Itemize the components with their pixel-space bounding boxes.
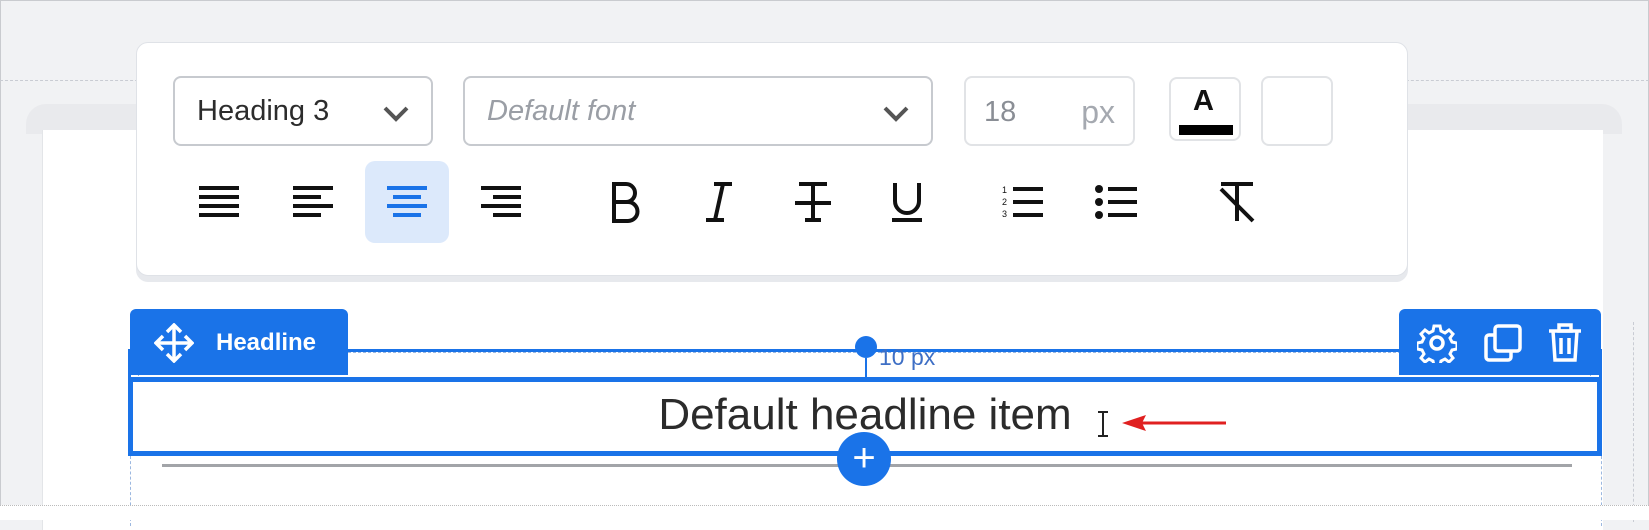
bold-button[interactable] bbox=[583, 161, 667, 243]
italic-icon bbox=[706, 182, 732, 222]
annotation-arrow-icon bbox=[1122, 415, 1226, 431]
clear-format-icon bbox=[1219, 182, 1255, 223]
font-family-value: Default font bbox=[487, 94, 636, 127]
chevron-down-icon bbox=[883, 106, 909, 122]
italic-button[interactable] bbox=[677, 161, 761, 243]
align-center-button[interactable] bbox=[365, 161, 449, 243]
font-size-unit: px bbox=[1081, 94, 1115, 130]
heading-style-value: Heading 3 bbox=[197, 94, 330, 127]
svg-text:3: 3 bbox=[1002, 209, 1007, 219]
font-size-input[interactable]: 18 px bbox=[964, 76, 1135, 146]
align-justify-icon bbox=[199, 186, 239, 217]
align-left-icon bbox=[293, 186, 333, 217]
unordered-list-icon bbox=[1095, 185, 1137, 219]
font-family-select[interactable]: Default font bbox=[463, 76, 933, 146]
padding-resize-handle[interactable] bbox=[855, 336, 877, 358]
trash-icon[interactable] bbox=[1545, 323, 1585, 363]
padding-handle-stem bbox=[865, 358, 867, 378]
headline-block-tab[interactable]: Headline bbox=[130, 309, 348, 375]
ordered-list-icon: 1 2 3 bbox=[1002, 185, 1043, 219]
bold-icon bbox=[612, 182, 640, 223]
ordered-list-button[interactable]: 1 2 3 bbox=[981, 161, 1065, 243]
text-color-swatch bbox=[1179, 125, 1233, 135]
svg-text:1: 1 bbox=[1002, 185, 1007, 195]
strikethrough-button[interactable] bbox=[771, 161, 855, 243]
svg-text:2: 2 bbox=[1002, 197, 1007, 207]
move-icon[interactable] bbox=[154, 323, 194, 363]
background-color-button[interactable] bbox=[1261, 76, 1333, 146]
underline-button[interactable] bbox=[865, 161, 949, 243]
padding-label: 10 px bbox=[879, 344, 936, 370]
align-justify-button[interactable] bbox=[177, 161, 261, 243]
text-color-icon: A bbox=[1193, 85, 1214, 117]
heading-style-select[interactable]: Heading 3 bbox=[173, 76, 433, 146]
duplicate-icon[interactable] bbox=[1483, 323, 1523, 363]
align-left-button[interactable] bbox=[271, 161, 355, 243]
text-cursor-icon bbox=[1098, 411, 1108, 437]
clear-format-button[interactable] bbox=[1195, 161, 1279, 243]
align-right-icon bbox=[481, 186, 521, 217]
align-center-icon bbox=[387, 186, 427, 217]
block-type-label: Headline bbox=[216, 329, 317, 356]
text-toolbar: Heading 3 Default font 18 px A 1 2 3 bbox=[136, 42, 1408, 276]
align-right-button[interactable] bbox=[459, 161, 543, 243]
settings-icon[interactable] bbox=[1417, 323, 1457, 363]
headline-text[interactable]: Default headline item bbox=[0, 390, 1649, 440]
strikethrough-icon bbox=[795, 182, 831, 222]
torn-edge bbox=[0, 505, 1649, 520]
chevron-down-icon bbox=[383, 106, 409, 122]
font-size-value: 18 bbox=[984, 96, 1017, 128]
block-actions bbox=[1399, 309, 1601, 375]
underline-icon bbox=[892, 183, 922, 222]
unordered-list-button[interactable] bbox=[1075, 161, 1159, 243]
add-block-button[interactable]: + bbox=[837, 432, 891, 486]
text-color-button[interactable]: A bbox=[1169, 77, 1241, 141]
